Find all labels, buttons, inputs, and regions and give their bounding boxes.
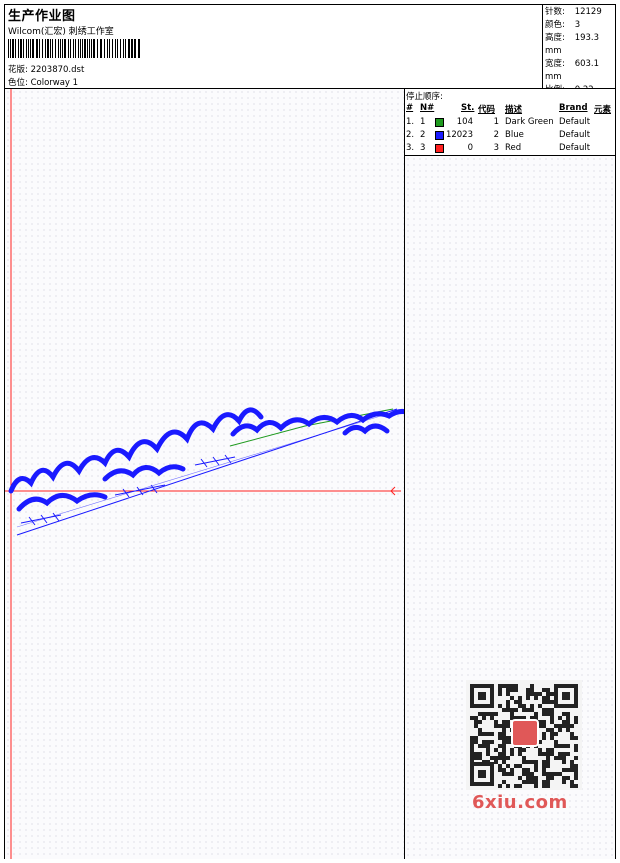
row3-stitches: 0: [467, 143, 473, 153]
design-canvas: [5, 89, 414, 859]
row2-n: 2: [420, 130, 426, 140]
stamp-logo-icon: [511, 719, 539, 747]
row3-index: 3.: [406, 143, 415, 153]
studio-name: Wilcom(汇宏) 刺绣工作室: [8, 27, 114, 37]
row1-index: 1.: [406, 117, 415, 127]
star-stitches: [20, 454, 236, 526]
col-header-description: 描述: [505, 105, 523, 115]
worksheet-header: 生产作业图 Wilcom(汇宏) 刺绣工作室 花版: 2203870.dst 色…: [5, 5, 542, 88]
colorway-value: Colorway 1: [30, 78, 79, 88]
stat-stitches: 针数: 12129: [545, 7, 602, 17]
row1-description: Dark Green: [505, 117, 554, 127]
row1-color-swatch: [435, 118, 444, 127]
stat-height: 高度: 193.3 mm: [545, 33, 600, 56]
stats-panel: 针数: 12129 颜色: 3 高度: 193.3 mm 宽度: 603.1 m…: [545, 6, 615, 97]
col-header-index: #: [406, 103, 414, 113]
stop-sequence-table: 停止顺序: # N# St. 代码 描述 Brand 元素 1. 1 104 1…: [405, 89, 615, 155]
col-header-n: N#: [420, 103, 435, 113]
row1-stitches: 104: [456, 117, 473, 127]
qr-code-icon: [466, 680, 582, 790]
col-header-stitches: St.: [461, 103, 475, 113]
row2-stitches: 12023: [445, 130, 473, 140]
row2-code: 2: [493, 130, 499, 140]
row2-index: 2.: [406, 130, 415, 140]
col-header-brand: Brand: [559, 103, 588, 113]
row1-code: 1: [493, 117, 499, 127]
barcode-icon: [8, 39, 140, 58]
row2-brand: Default: [559, 130, 591, 140]
row3-color-swatch: [435, 144, 444, 153]
col-header-elements: 元素: [594, 105, 612, 115]
stop-sequence-title: 停止顺序:: [406, 92, 443, 102]
row3-n: 3: [420, 143, 426, 153]
embroidery-preview: [5, 89, 414, 859]
row3-description: Red: [505, 143, 522, 153]
row1-n: 1: [420, 117, 426, 127]
row2-color-swatch: [435, 131, 444, 140]
row1-brand: Default: [559, 117, 591, 127]
underlay-line: [16, 408, 398, 536]
design-file-line: 花版: 2203870.dst: [8, 63, 84, 75]
design-file: 2203870.dst: [30, 65, 85, 75]
colorway-label: 色位:: [8, 78, 28, 88]
design-label: 花版:: [8, 65, 28, 75]
watermark-site: 6xiu.com: [472, 792, 568, 813]
row3-code: 3: [493, 143, 499, 153]
row2-description: Blue: [505, 130, 524, 140]
stat-colors: 颜色: 3: [545, 20, 581, 30]
header-divider: [542, 5, 543, 88]
row3-brand: Default: [559, 143, 591, 153]
col-header-code: 代码: [478, 105, 496, 115]
colorway-line: 色位: Colorway 1: [8, 76, 78, 88]
page-title: 生产作业图: [8, 9, 76, 24]
stat-width: 宽度: 603.1 mm: [545, 59, 600, 82]
scallop-border: [8, 407, 414, 512]
